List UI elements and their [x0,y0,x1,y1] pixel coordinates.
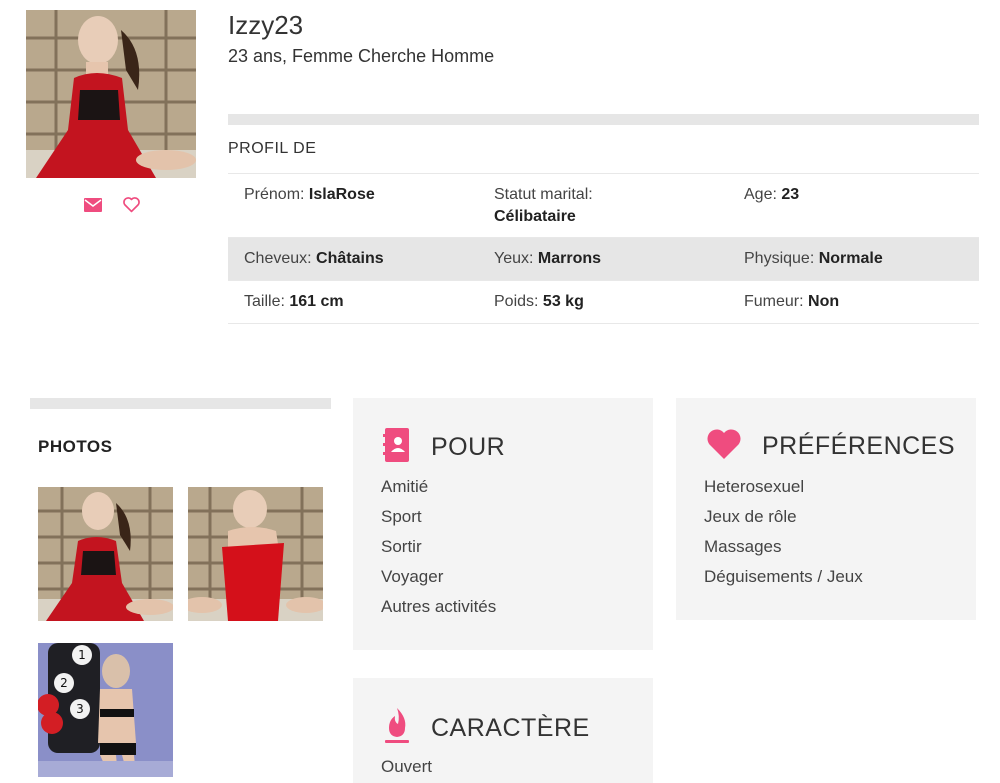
attributes-row: Cheveux: Châtains Yeux: Marrons Physique… [228,238,979,281]
photo-thumbnail[interactable] [38,487,173,621]
svg-text:3: 3 [76,702,84,716]
photo-thumbnail[interactable] [188,487,323,621]
photos-divider-bar [30,398,331,409]
caractere-list: Ouvert [381,757,432,783]
pour-title: POUR [431,433,506,461]
list-item: Sport [381,507,422,526]
attribute-cell: Physique: Normale [744,250,883,267]
pour-list: Amitié Sport Sortir Voyager Autres activ… [381,477,496,627]
profile-section-title: PROFIL DE [228,140,317,157]
attribute-cell: Age: 23 [744,186,800,203]
caractere-title: CARACTÈRE [431,714,590,742]
attribute-cell: Poids: 53 kg [494,293,584,310]
list-item: Ouvert [381,757,433,776]
attributes-row: Taille: 161 cm Poids: 53 kg Fumeur: Non [228,281,979,324]
photos-title: PHOTOS [38,437,113,456]
attributes-row: Prénom: IslaRose Statut marital: Célibata… [228,173,979,238]
attribute-cell: Cheveux: Châtains [244,250,384,267]
list-item: Voyager [381,567,444,586]
attribute-cell: Prénom: IslaRose [244,186,375,203]
list-item: Déguisements / Jeux [704,567,863,586]
list-item: Heterosexuel [704,477,805,496]
list-item: Autres activités [381,597,497,616]
heart-icon [706,428,742,465]
list-item: Massages [704,537,782,556]
attribute-cell: Yeux: Marrons [494,250,602,267]
list-item: Jeux de rôle [704,507,797,526]
heart-outline-icon[interactable] [122,196,142,214]
preferences-card: PRÉFÉRENCES Heterosexuel Jeux de rôle Ma… [676,398,976,620]
profile-avatar[interactable] [26,10,196,178]
preferences-title: PRÉFÉRENCES [762,432,956,460]
profile-subtitle: 23 ans, Femme Cherche Homme [228,46,495,66]
preferences-list: Heterosexuel Jeux de rôle Massages Dégui… [704,477,863,597]
pour-card: POUR Amitié Sport Sortir Voyager Autres … [353,398,653,650]
list-item: Amitié [381,477,429,496]
section-divider-bar [228,114,979,125]
envelope-icon[interactable] [84,196,104,214]
address-book-icon [383,428,411,467]
attribute-cell: Statut marital: Célibataire [494,186,593,225]
list-item: Sortir [381,537,422,556]
attribute-cell: Fumeur: Non [744,293,840,310]
svg-text:1: 1 [78,648,86,662]
profile-attributes-table: Prénom: IslaRose Statut marital: Célibata… [228,173,979,324]
photo-thumbnail[interactable]: 1 2 3 [38,643,173,777]
flame-icon [383,708,411,749]
caractere-card: CARACTÈRE Ouvert [353,678,653,783]
svg-text:2: 2 [60,676,68,690]
profile-username: Izzy23 [228,10,304,40]
attribute-cell: Taille: 161 cm [244,293,344,310]
